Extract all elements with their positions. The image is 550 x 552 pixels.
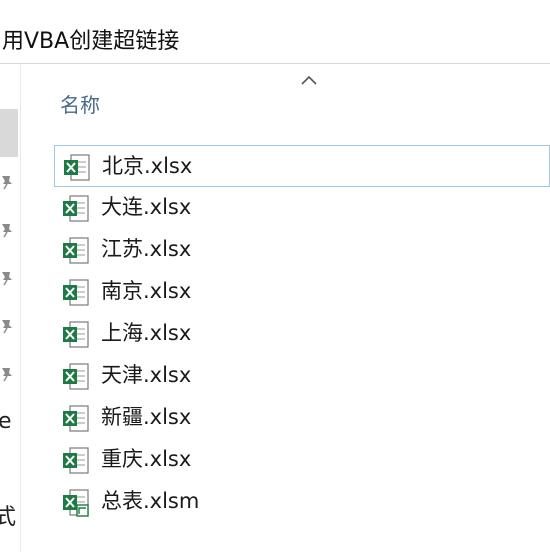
file-name[interactable]: 天津.xlsx [101, 360, 191, 390]
address-bar[interactable]: 用VBA创建超链接 [0, 22, 550, 64]
file-name[interactable]: 重庆.xlsx [101, 444, 191, 474]
excel-file-icon [63, 405, 89, 432]
address-path[interactable]: 用VBA创建超链接 [2, 27, 179, 57]
nav-selected-item[interactable] [0, 109, 18, 157]
file-row[interactable]: 南京.xlsx [54, 271, 550, 313]
excel-file-icon [64, 154, 90, 181]
file-row[interactable]: 重庆.xlsx [54, 439, 550, 481]
file-row[interactable]: 江苏.xlsx [54, 229, 550, 271]
name-column-header[interactable]: 名称 [60, 91, 100, 119]
file-name[interactable]: 南京.xlsx [101, 276, 191, 306]
excel-file-icon [63, 363, 89, 390]
nav-item-label[interactable]: e [0, 410, 12, 434]
sort-ascending-icon[interactable] [299, 73, 319, 87]
nav-item-label[interactable]: 式 [0, 506, 16, 530]
excel-file-icon [63, 321, 89, 348]
excel-macro-file-icon [63, 489, 89, 517]
excel-file-icon [63, 195, 89, 222]
file-name[interactable]: 上海.xlsx [101, 318, 191, 348]
file-name[interactable]: 江苏.xlsx [101, 234, 191, 264]
file-row[interactable]: 天津.xlsx [54, 355, 550, 397]
excel-file-icon [63, 447, 89, 474]
navigation-pane: e 式 [0, 64, 21, 552]
pin-icon[interactable] [0, 222, 14, 238]
file-name[interactable]: 北京.xlsx [102, 151, 192, 181]
excel-file-icon [63, 237, 89, 264]
file-row[interactable]: 上海.xlsx [54, 313, 550, 355]
file-name[interactable]: 总表.xlsm [101, 486, 199, 516]
file-name[interactable]: 大连.xlsx [101, 192, 191, 222]
pin-icon[interactable] [0, 318, 14, 334]
pin-icon[interactable] [0, 174, 14, 190]
file-row[interactable]: 新疆.xlsx [54, 397, 550, 439]
file-row[interactable]: 北京.xlsx [54, 145, 550, 187]
file-name[interactable]: 新疆.xlsx [101, 402, 191, 432]
file-list: 北京.xlsx 大连.xlsx 江苏.xlsx 南京.xlsx 上海.xlsx … [54, 145, 550, 523]
window-top-strip [0, 0, 550, 23]
file-row[interactable]: 总表.xlsm [54, 481, 550, 523]
file-row[interactable]: 大连.xlsx [54, 187, 550, 229]
pin-icon[interactable] [0, 270, 14, 286]
excel-file-icon [63, 279, 89, 306]
pin-icon[interactable] [0, 366, 14, 382]
